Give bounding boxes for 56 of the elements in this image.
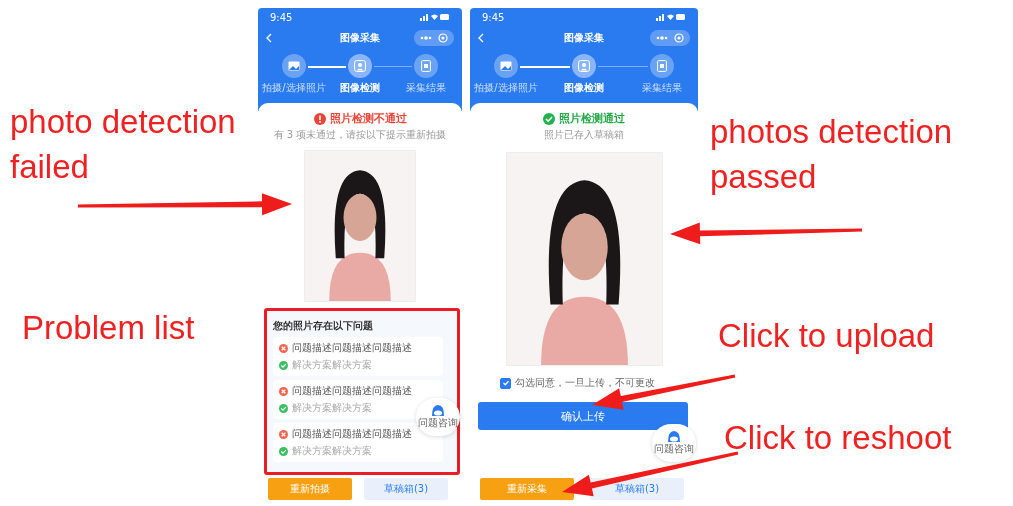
reshoot-button[interactable]: 重新拍摄 — [268, 478, 352, 500]
check-icon — [279, 446, 288, 456]
result-heading: 照片检测通过 — [543, 111, 625, 126]
close-icon[interactable] — [438, 33, 448, 43]
error-icon — [313, 112, 326, 125]
help-icon — [431, 404, 445, 416]
reshoot-button[interactable]: 重新采集 — [480, 478, 574, 500]
more-icon[interactable] — [420, 36, 432, 40]
status-time: 9:45 — [482, 11, 505, 23]
consent-checkbox[interactable] — [500, 377, 511, 389]
annotation-text: Click to upload — [718, 316, 936, 356]
problem-text: 问题描述问题描述问题描述 — [292, 384, 412, 398]
document-icon — [657, 60, 667, 72]
annotation-text: Problem list — [22, 308, 196, 348]
result-subtitle: 有 3 项未通过，请按以下提示重新拍摄 — [273, 128, 447, 142]
status-time: 9:45 — [270, 11, 293, 23]
progress-step: 图像检测 — [556, 54, 612, 95]
help-icon — [667, 430, 681, 442]
error-icon — [279, 386, 288, 396]
check-icon — [279, 360, 288, 370]
annotation-text: photos detection passed — [710, 112, 954, 197]
image-icon — [500, 61, 512, 71]
drafts-button[interactable]: 草稿箱(3) — [364, 478, 448, 500]
back-icon[interactable] — [478, 33, 484, 43]
problem-text: 问题描述问题描述问题描述 — [292, 427, 412, 441]
person-icon — [354, 60, 366, 72]
problem-text: 问题描述问题描述问题描述 — [292, 341, 412, 355]
close-icon[interactable] — [674, 33, 684, 43]
problem-list-title: 您的照片存在以下问题 — [273, 319, 374, 333]
mini-program-capsule[interactable] — [650, 30, 690, 46]
progress-step: 采集结果 — [398, 54, 454, 95]
result-heading: 照片检测不通过 — [313, 111, 407, 126]
progress-step: 图像检测 — [332, 54, 388, 95]
check-icon — [543, 112, 555, 125]
check-icon — [279, 403, 288, 413]
progress-step: 采集结果 — [634, 54, 690, 95]
page-title: 图像采集 — [564, 31, 604, 45]
status-icons — [656, 13, 686, 21]
status-icons — [420, 13, 450, 21]
solution-text: 解决方案解决方案 — [292, 401, 372, 415]
back-icon[interactable] — [266, 33, 272, 43]
error-icon — [279, 343, 288, 353]
more-icon[interactable] — [656, 36, 668, 40]
consent-label: 勾选同意，一旦上传，不可更改 — [515, 376, 655, 390]
error-icon — [279, 429, 288, 439]
annotation-text: photo detection failed — [10, 102, 237, 187]
image-icon — [288, 61, 300, 71]
solution-text: 解决方案解决方案 — [292, 358, 372, 372]
document-icon — [421, 60, 431, 72]
page-title: 图像采集 — [340, 31, 380, 45]
annotation-text: Click to reshoot — [724, 418, 953, 458]
mini-program-capsule[interactable] — [414, 30, 454, 46]
solution-text: 解决方案解决方案 — [292, 444, 372, 458]
person-icon — [578, 60, 590, 72]
upload-button[interactable]: 确认上传 — [478, 402, 688, 430]
result-subtitle: 照片已存入草稿箱 — [544, 128, 624, 142]
